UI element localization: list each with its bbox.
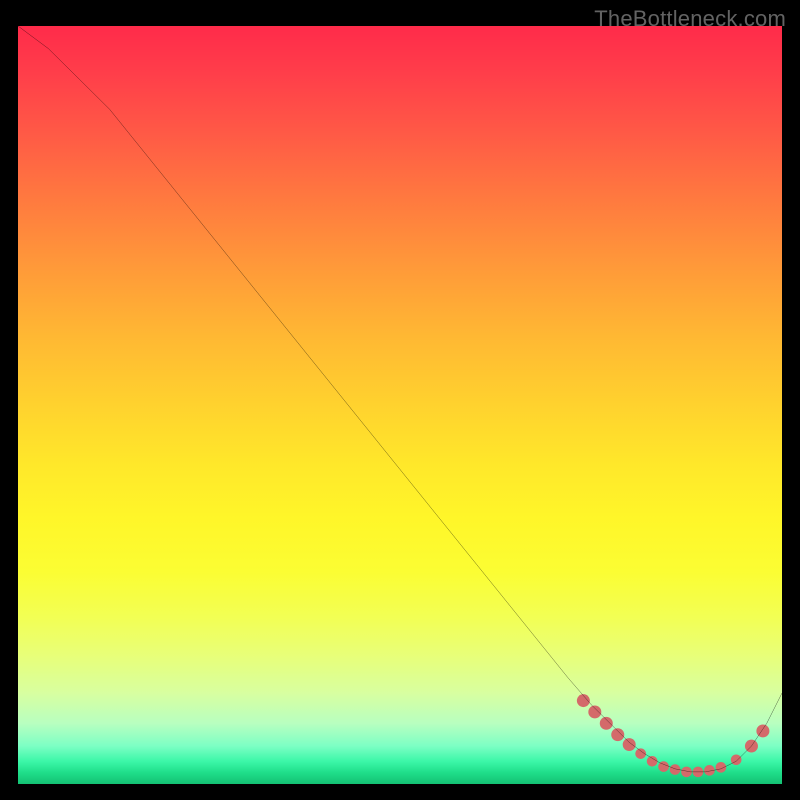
curve-marker [731, 754, 742, 765]
plot-area [18, 26, 782, 784]
curve-marker [756, 724, 769, 737]
curve-marker [623, 738, 636, 751]
marker-layer [577, 694, 770, 777]
curve-marker [647, 756, 658, 767]
curve-svg [18, 26, 782, 784]
chart-frame: TheBottleneck.com [0, 0, 800, 800]
bottleneck-curve [18, 26, 782, 772]
curve-marker [716, 762, 727, 773]
curve-marker [611, 728, 624, 741]
watermark-text: TheBottleneck.com [594, 6, 786, 32]
curve-marker [600, 717, 613, 730]
curve-marker [588, 706, 601, 719]
